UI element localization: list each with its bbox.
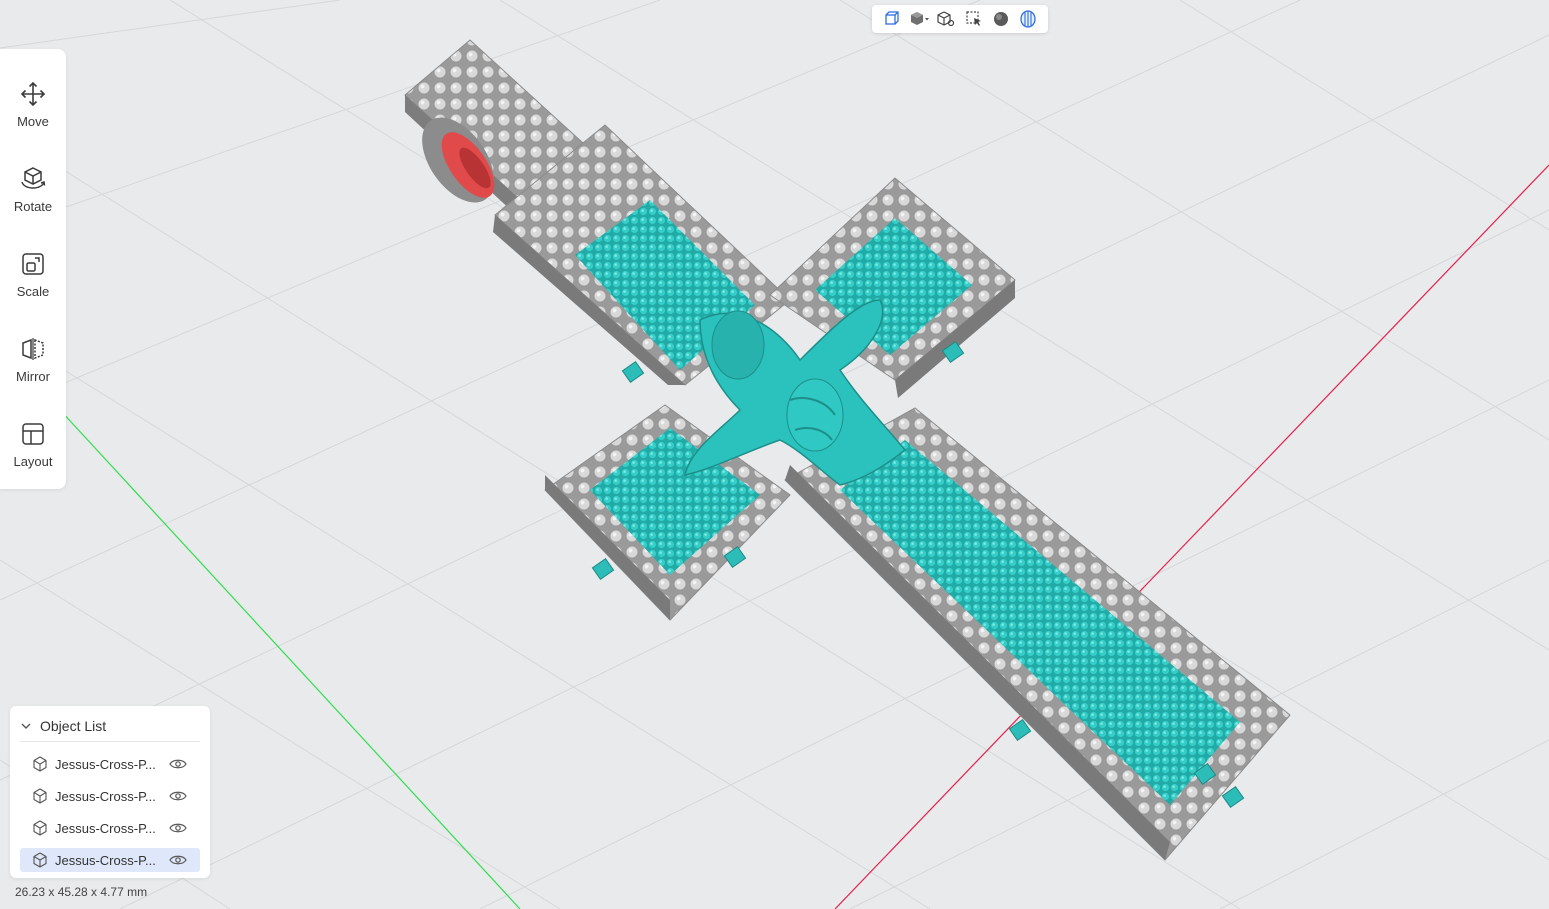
object-name: Jessus-Cross-P... (55, 820, 156, 836)
cube-icon (32, 788, 48, 804)
mirror-icon (16, 332, 50, 366)
mirror-tool-label: Mirror (16, 369, 50, 384)
visibility-eye-icon[interactable] (169, 757, 189, 771)
wireframe-view-button[interactable] (935, 8, 957, 30)
perspective-view-button[interactable] (881, 8, 903, 30)
object-list-panel: Object List Jessus-Cross-P... Jessus-Cro… (10, 706, 210, 878)
view-toolbar (872, 5, 1048, 33)
layout-tool-label: Layout (13, 454, 53, 469)
crucifix-figure (684, 299, 907, 486)
visibility-eye-icon[interactable] (169, 853, 189, 867)
layout-tool-button[interactable]: Layout (0, 411, 66, 481)
move-tool-button[interactable]: Move (0, 71, 66, 141)
object-list-item-selected[interactable]: Jessus-Cross-P... (20, 848, 200, 872)
object-list-item[interactable]: Jessus-Cross-P... (20, 752, 200, 776)
shading-mode-button[interactable] (990, 8, 1012, 30)
layout-icon (16, 417, 50, 451)
select-region-icon (966, 11, 981, 26)
cube-icon (32, 756, 48, 772)
rotate-icon (16, 162, 50, 196)
chevron-down-icon (21, 723, 31, 729)
rotate-tool-label: Rotate (13, 199, 53, 214)
cube-icon (32, 852, 48, 868)
object-name: Jessus-Cross-P... (55, 756, 156, 772)
object-list-item[interactable]: Jessus-Cross-P... (20, 784, 200, 808)
scale-tool-button[interactable]: Scale (0, 241, 66, 311)
scene-canvas[interactable] (0, 0, 1549, 909)
object-name: Jessus-Cross-P... (55, 788, 156, 804)
support-structure-icon (1020, 10, 1036, 28)
object-list-item[interactable]: Jessus-Cross-P... (20, 816, 200, 840)
build-plate-grid (0, 0, 1549, 909)
mirror-tool-button[interactable]: Mirror (0, 326, 66, 396)
scale-tool-label: Scale (16, 284, 50, 299)
sphere-shading-icon (993, 12, 1008, 26)
perspective-view-icon (885, 11, 899, 25)
tool-sidebar: Move Rotate Scale Mirror Layout (0, 49, 66, 489)
select-region-button[interactable] (963, 8, 985, 30)
object-name: Jessus-Cross-P... (55, 852, 156, 868)
visibility-eye-icon[interactable] (169, 789, 189, 803)
model-dimensions: 26.23 x 45.28 x 4.77 mm (15, 885, 148, 899)
wireframe-cube-icon (937, 11, 955, 27)
jesus-cross-model[interactable] (404, 39, 1291, 861)
rotate-tool-button[interactable]: Rotate (0, 156, 66, 226)
3d-viewport[interactable]: Move Rotate Scale Mirror Layout Object L… (0, 0, 1549, 909)
object-list-header[interactable]: Object List (20, 716, 106, 736)
move-tool-label: Move (17, 114, 49, 129)
scale-icon (16, 247, 50, 281)
solid-cube-dropdown-icon (910, 12, 929, 25)
support-structure-button[interactable] (1017, 8, 1039, 30)
solid-cube-dropdown-button[interactable] (908, 8, 930, 30)
object-list-divider (20, 741, 200, 742)
move-icon (16, 77, 50, 111)
cube-icon (32, 820, 48, 836)
visibility-eye-icon[interactable] (169, 821, 189, 835)
object-list-title: Object List (40, 718, 107, 734)
